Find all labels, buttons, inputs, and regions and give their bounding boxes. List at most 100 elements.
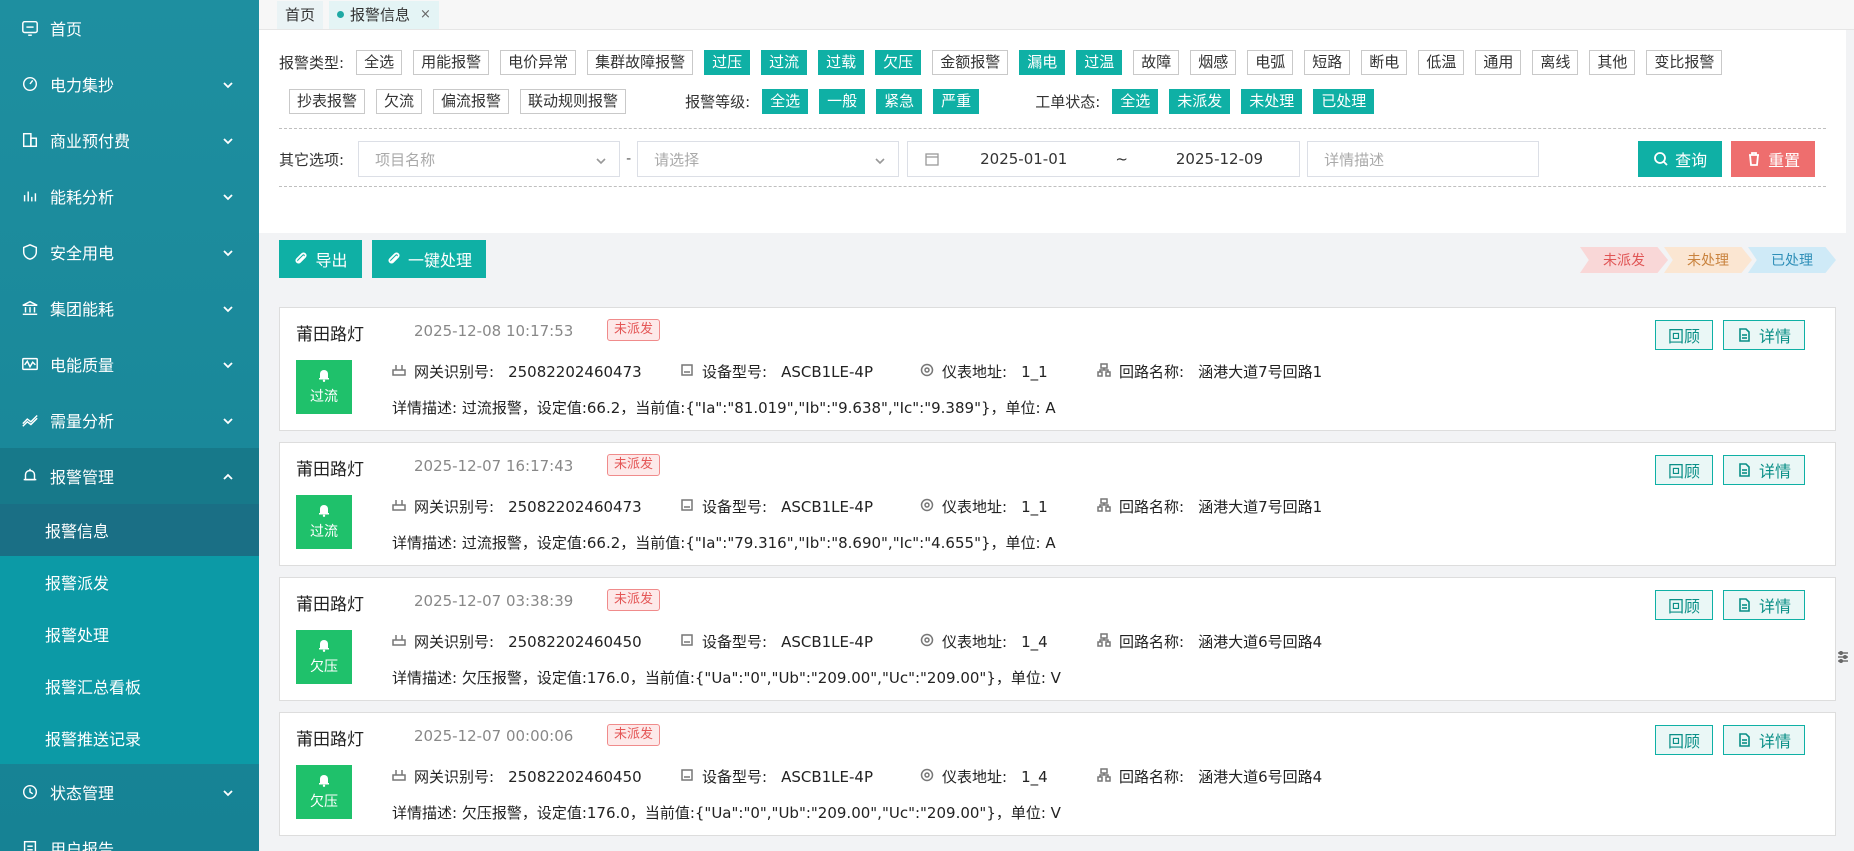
alarm-type-chip[interactable]: 抄表报警 xyxy=(289,89,366,114)
project-select[interactable]: 项目名称 xyxy=(358,141,621,177)
alarm-level-chip[interactable]: 严重 xyxy=(933,89,980,114)
export-button[interactable]: 导出 xyxy=(279,240,362,278)
alarm-type-chip[interactable]: 偏流报警 xyxy=(433,89,510,114)
order-status-label: 工单状态: xyxy=(1035,93,1101,111)
sidebar-item-safety[interactable]: 安全用电 xyxy=(0,224,259,280)
sidebar-item-alarm[interactable]: 报警管理 xyxy=(0,448,259,504)
alarm-type-chip[interactable]: 过流 xyxy=(761,50,808,75)
status-icon xyxy=(20,782,40,802)
sidebar-item-label: 电力集抄 xyxy=(50,76,115,95)
review-button[interactable]: 回顾 xyxy=(1655,725,1713,755)
status-badge: 未派发 xyxy=(607,319,661,341)
detail-button[interactable]: 详情 xyxy=(1723,725,1805,755)
detail-button[interactable]: 详情 xyxy=(1723,320,1805,350)
alarm-type-chip[interactable]: 欠压 xyxy=(875,50,922,75)
alarm-type-chip[interactable]: 联动规则报警 xyxy=(520,89,627,114)
loop-icon xyxy=(1097,497,1119,516)
sidebar-item-demand[interactable]: 需量分析 xyxy=(0,392,259,448)
shield-icon xyxy=(20,242,40,262)
bar-chart-icon xyxy=(20,186,40,206)
desc-placeholder: 详情描述 xyxy=(1324,150,1385,169)
sidebar-item-prepaid[interactable]: 商业预付费 xyxy=(0,112,259,168)
alarm-type-chip[interactable]: 集群故障报警 xyxy=(587,50,694,75)
project-name: 莆田路灯 xyxy=(296,730,364,750)
date-start[interactable]: 2025-01-01 xyxy=(980,150,1067,168)
meter-address-icon xyxy=(920,768,942,786)
gateway-icon xyxy=(392,633,414,651)
order-status-chip[interactable]: 全选 xyxy=(1112,89,1159,114)
desc-input[interactable]: 详情描述 xyxy=(1307,141,1540,177)
paperclip-icon xyxy=(295,252,308,264)
settings-handle-icon[interactable] xyxy=(1836,650,1850,664)
device-model: ASCB1LE-4P xyxy=(781,632,873,651)
alarm-type-chip[interactable]: 其他 xyxy=(1589,50,1636,75)
meter-address: 1_1 xyxy=(1021,362,1048,381)
alarm-type-chip[interactable]: 离线 xyxy=(1532,50,1579,75)
model-label: 设备型号: xyxy=(702,768,768,786)
alarm-type-chip[interactable]: 过载 xyxy=(818,50,865,75)
date-end[interactable]: 2025-12-09 xyxy=(1176,150,1263,168)
close-icon[interactable]: × xyxy=(420,7,431,22)
alarm-level-chip[interactable]: 全选 xyxy=(762,89,809,114)
sidebar-item-label: 需量分析 xyxy=(50,412,115,431)
reset-button[interactable]: 重置 xyxy=(1731,141,1816,177)
order-status-chip[interactable]: 已处理 xyxy=(1313,89,1375,114)
alarm-type-chip[interactable]: 故障 xyxy=(1133,50,1180,75)
alarm-level-chip[interactable]: 一般 xyxy=(819,89,866,114)
alarm-type-chip[interactable]: 断电 xyxy=(1361,50,1408,75)
alarm-type-chip[interactable]: 电弧 xyxy=(1247,50,1294,75)
alarm-type-chip[interactable]: 短路 xyxy=(1304,50,1351,75)
date-range-picker[interactable]: 2025-01-01 ~ 2025-12-09 xyxy=(907,141,1301,177)
bell-icon xyxy=(319,370,329,382)
tab-home[interactable]: 首页 xyxy=(277,0,324,29)
option-select[interactable]: 请选择 xyxy=(637,141,900,177)
review-button[interactable]: 回顾 xyxy=(1655,455,1713,485)
alarm-level-chip[interactable]: 紧急 xyxy=(876,89,923,114)
review-button[interactable]: 回顾 xyxy=(1655,590,1713,620)
alarm-type-chip[interactable]: 欠流 xyxy=(376,89,423,114)
sidebar-item-label: 集团能耗 xyxy=(50,300,115,319)
process-all-button[interactable]: 一键处理 xyxy=(372,240,486,278)
alarm-type-chip[interactable]: 电价异常 xyxy=(500,50,577,75)
alarm-type-chip[interactable]: 低温 xyxy=(1418,50,1465,75)
chevron-down-icon xyxy=(221,301,235,315)
alarm-type-chip[interactable]: 用能报警 xyxy=(413,50,490,75)
sidebar-item-group-energy[interactable]: 集团能耗 xyxy=(0,280,259,336)
alarm-type-chip[interactable]: 全选 xyxy=(356,50,403,75)
alarm-type-chip[interactable]: 金额报警 xyxy=(932,50,1009,75)
sidebar-item-label: 报警管理 xyxy=(50,468,115,487)
alarm-type-chip[interactable]: 过压 xyxy=(704,50,751,75)
sidebar-item-alarm-push[interactable]: 报警推送记录 xyxy=(0,712,259,764)
sidebar-item-alarm-info[interactable]: 报警信息 xyxy=(0,504,259,556)
sidebar-item-alarm-handle[interactable]: 报警处理 xyxy=(0,608,259,660)
sidebar-item-power-quality[interactable]: 电能质量 xyxy=(0,336,259,392)
sidebar-item-power-collect[interactable]: 电力集抄 xyxy=(0,56,259,112)
query-button[interactable]: 查询 xyxy=(1638,141,1723,177)
order-status-chip[interactable]: 未处理 xyxy=(1241,89,1303,114)
process-all-label: 一键处理 xyxy=(407,251,472,270)
sidebar-item-energy-analysis[interactable]: 能耗分析 xyxy=(0,168,259,224)
sidebar-item-home[interactable]: 首页 xyxy=(0,0,259,56)
sidebar-item-report[interactable]: 用户报告 xyxy=(0,820,259,851)
detail-button[interactable]: 详情 xyxy=(1723,455,1805,485)
alarm-type-chip[interactable]: 变比报警 xyxy=(1646,50,1723,75)
alarm-type-chip[interactable]: 烟感 xyxy=(1190,50,1237,75)
gateway-id: 25082202460450 xyxy=(508,632,642,651)
sidebar-item-status[interactable]: 状态管理 xyxy=(0,764,259,820)
sidebar-item-alarm-board[interactable]: 报警汇总看板 xyxy=(0,660,259,712)
legend-flag: 已处理 xyxy=(1748,247,1836,273)
alarm-type-chip[interactable]: 漏电 xyxy=(1019,50,1066,75)
tab-alarm-info[interactable]: 报警信息 × xyxy=(329,0,439,29)
review-button[interactable]: 回顾 xyxy=(1655,320,1713,350)
alarm-level-chips: 全选 一般 紧急 严重 xyxy=(762,89,990,114)
address-label: 仪表地址: xyxy=(942,498,1008,516)
sidebar-item-alarm-dispatch[interactable]: 报警派发 xyxy=(0,556,259,608)
alarm-type-chip[interactable]: 过温 xyxy=(1076,50,1123,75)
alarm-type-chips: 全选 用能报警 电价异常 集群故障报警 过压 过流 过载 欠压 金额报警 漏电 过温 故障 烟感 电弧 短路… xyxy=(356,50,1733,75)
report-icon xyxy=(20,838,40,851)
alarm-type-chip[interactable]: 通用 xyxy=(1475,50,1522,75)
bank-icon xyxy=(20,298,40,318)
order-status-chip[interactable]: 未派发 xyxy=(1169,89,1231,114)
device-icon xyxy=(680,633,702,651)
detail-button[interactable]: 详情 xyxy=(1723,590,1805,620)
